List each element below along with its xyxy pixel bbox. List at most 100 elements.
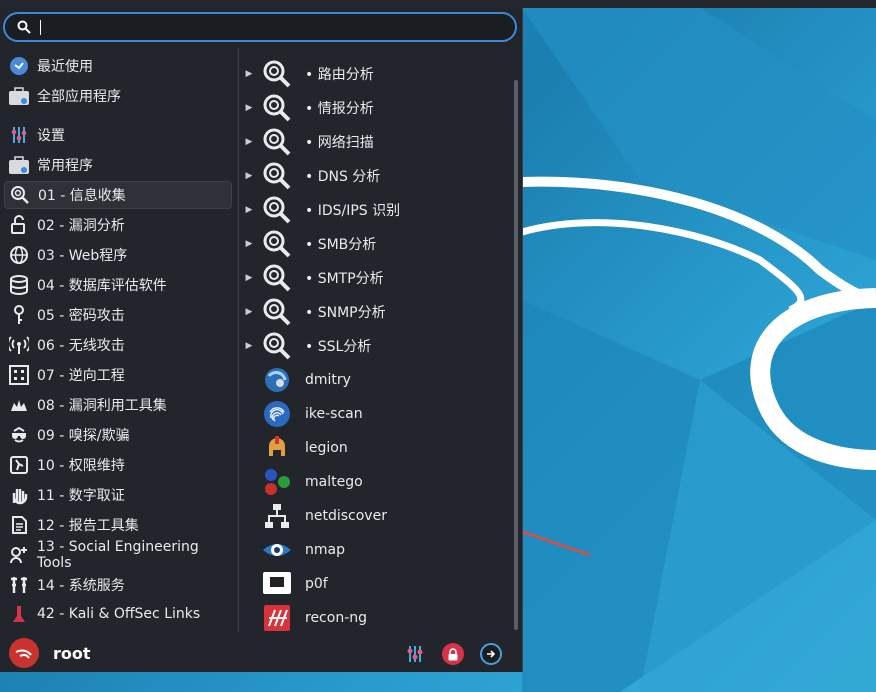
category-label: 01 - 信息收集 [38,188,126,204]
chevron-right-icon: ▶ [245,273,253,283]
dmitry-icon [262,365,292,395]
chevron-right-icon: ▶ [245,239,253,249]
panel-divider [238,48,239,632]
category-label: 14 - 系统服务 [37,578,125,594]
text-cursor [40,20,41,35]
logout-button[interactable] [480,643,502,665]
category-label: 全部应用程序 [37,89,121,105]
submenu-item-1[interactable]: ▶ • 情报分析 [240,92,510,124]
submenu-item-5[interactable]: ▶ • SMB分析 [240,228,510,260]
app-item-15[interactable]: p0f [240,568,510,600]
app-label: • SMB分析 [305,237,377,253]
category-item-0[interactable]: 最近使用 [4,52,232,80]
kali-links-icon [8,603,30,625]
magnifier-icon [262,93,292,123]
chevron-right-icon: ▶ [245,69,253,79]
wireless-icon [8,334,30,356]
category-label: 02 - 漏洞分析 [37,218,125,234]
category-label: 07 - 逆向工程 [37,368,125,384]
search-icon [17,20,31,34]
reverse-icon [8,364,30,386]
category-item-1[interactable]: 全部应用程序 [4,82,232,110]
category-item-5[interactable]: 02 - 漏洞分析 [4,211,232,239]
category-item-12[interactable]: 09 - 嗅探/欺骗 [4,421,232,449]
category-item-16[interactable]: 13 - Social Engineering Tools [4,539,232,571]
category-item-14[interactable]: 11 - 数字取证 [4,481,232,509]
app-item-13[interactable]: netdiscover [240,500,510,532]
category-item-13[interactable]: 10 - 权限维持 [4,451,232,479]
app-label: netdiscover [305,508,387,524]
search-input[interactable] [39,16,503,40]
app-label: maltego [305,474,363,490]
app-label: • 网络扫描 [305,135,374,151]
app-item-11[interactable]: legion [240,432,510,464]
submenu-item-7[interactable]: ▶ • SNMP分析 [240,296,510,328]
app-item-12[interactable]: maltego [240,466,510,498]
magnifier-icon [262,297,292,327]
app-item-14[interactable]: nmap [240,534,510,566]
submenu-item-8[interactable]: ▶ • SSL分析 [240,330,510,362]
chevron-right-icon: ▶ [245,171,253,181]
network-icon [262,501,292,531]
submenu-item-6[interactable]: ▶ • SMTP分析 [240,262,510,294]
category-label: 11 - 数字取证 [37,488,125,504]
forensics-icon [8,484,30,506]
exploit-icon [8,394,30,416]
category-label: 常用程序 [37,158,93,174]
submenu-item-2[interactable]: ▶ • 网络扫描 [240,126,510,158]
legion-helmet-icon [262,433,292,463]
app-item-16[interactable]: recon-ng [240,602,510,634]
avatar[interactable] [9,638,39,668]
app-label: nmap [305,542,345,558]
app-item-10[interactable]: ike-scan [240,398,510,430]
category-label: 13 - Social Engineering Tools [37,539,199,571]
category-item-18[interactable]: 42 - Kali & OffSec Links [4,600,232,628]
category-label: 最近使用 [37,59,93,75]
app-item-9[interactable]: dmitry [240,364,510,396]
info-gathering-icon [9,184,31,206]
settings-sliders-icon [407,646,423,662]
category-item-8[interactable]: 05 - 密码攻击 [4,301,232,329]
category-item-9[interactable]: 06 - 无线攻击 [4,331,232,359]
lock-screen-button[interactable] [442,643,464,665]
logout-icon [487,650,496,658]
submenu-item-4[interactable]: ▶ • IDS/IPS 识别 [240,194,510,226]
category-item-3[interactable]: 常用程序 [4,151,232,179]
magnifier-icon [262,229,292,259]
chevron-right-icon: ▶ [245,137,253,147]
category-item-10[interactable]: 07 - 逆向工程 [4,361,232,389]
app-label: • 路由分析 [305,67,374,83]
reporting-icon [8,514,30,536]
menu-footer: root [0,638,522,672]
category-item-15[interactable]: 12 - 报告工具集 [4,511,232,539]
category-item-7[interactable]: 04 - 数据库评估软件 [4,271,232,299]
app-label: dmitry [305,372,351,388]
app-label: • SNMP分析 [305,305,386,321]
app-label: recon-ng [305,610,368,626]
submenu-item-3[interactable]: ▶ • DNS 分析 [240,160,510,192]
search-bar[interactable] [3,12,517,42]
services-icon [8,574,30,596]
database-icon [8,274,30,296]
sniffing-icon [8,424,30,446]
category-label: 设置 [37,128,65,144]
username-label: root [53,644,91,663]
category-item-6[interactable]: 03 - Web程序 [4,241,232,269]
magnifier-icon [262,59,292,89]
category-item-4[interactable]: 01 - 信息收集 [4,181,232,209]
submenu-item-0[interactable]: ▶ • 路由分析 [240,58,510,90]
app-label: • SSL分析 [305,339,372,355]
lock-icon [448,647,458,660]
scrollbar[interactable] [514,80,518,630]
category-item-2[interactable]: 设置 [4,121,232,149]
app-label: • IDS/IPS 识别 [305,203,401,219]
category-label: 12 - 报告工具集 [37,518,139,534]
category-label: 03 - Web程序 [37,248,128,264]
category-item-11[interactable]: 08 - 漏洞利用工具集 [4,391,232,419]
terminal-icon [262,569,292,599]
magnifier-icon [262,331,292,361]
magnifier-icon [262,263,292,293]
category-label: 09 - 嗅探/欺骗 [37,428,130,444]
settings-button[interactable] [404,643,426,665]
category-item-17[interactable]: 14 - 系统服务 [4,571,232,599]
